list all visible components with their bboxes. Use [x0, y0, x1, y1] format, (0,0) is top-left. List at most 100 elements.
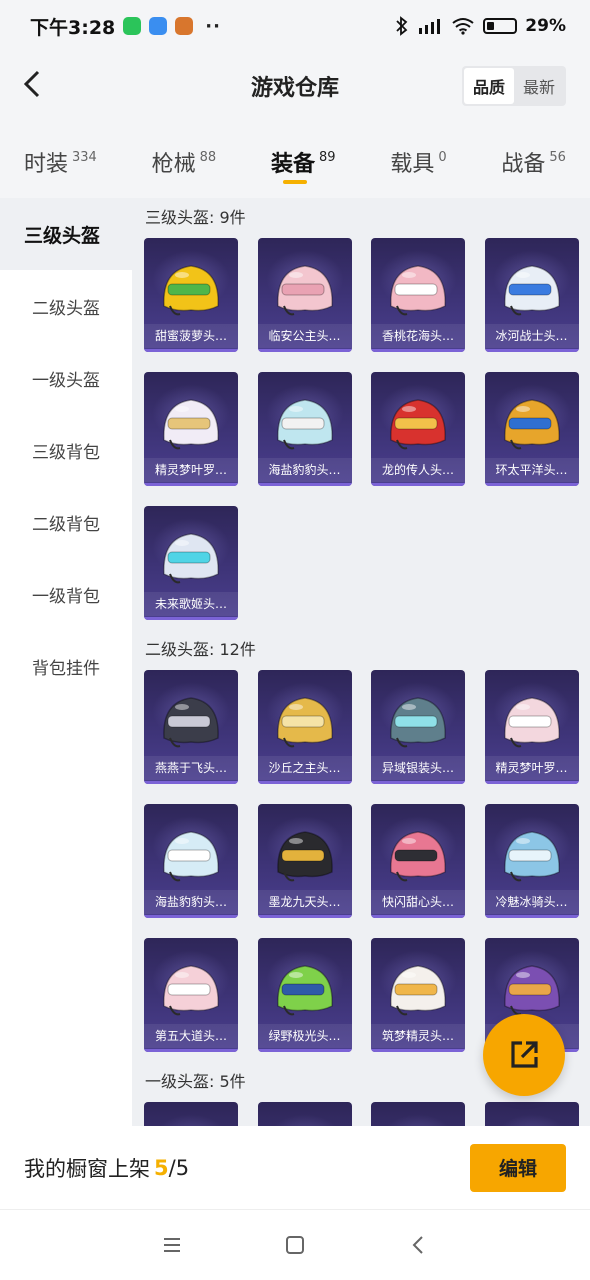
item-card[interactable]: 甜蜜菠萝头…	[144, 238, 238, 352]
item-card[interactable]	[257, 1102, 352, 1126]
item-card[interactable]: 筑梦精灵头…	[371, 938, 465, 1052]
helmet-image	[163, 533, 219, 584]
tab-vehicles[interactable]: 载具 0	[390, 130, 446, 198]
rarity-bar	[144, 781, 238, 784]
sidebar-item-level1-helmet[interactable]: 一级头盔	[0, 342, 132, 414]
battery-level: 29%	[525, 16, 566, 36]
rarity-bar	[144, 617, 238, 620]
rarity-bar	[144, 915, 238, 918]
rarity-bar	[371, 781, 465, 784]
item-card[interactable]: 快闪甜心头…	[371, 804, 465, 918]
sidebar-item-level2-backpack[interactable]: 二级背包	[0, 486, 132, 558]
item-name: 燕燕于飞头…	[144, 756, 238, 780]
sort-by-quality-button[interactable]: 品质	[463, 68, 514, 104]
tab-weapons[interactable]: 枪械 88	[152, 130, 217, 198]
item-list[interactable]: 三级头盔: 9件 甜蜜菠萝头… 临安公主头… 香桃花海头… 冰河战士头… 精灵梦叶罗… 海…	[132, 198, 590, 1126]
section-level2-helmet: 二级头盔: 12件 燕燕于飞头… 沙丘之主头… 异域银装头… 精灵梦叶罗… 海盐豹豹头……	[132, 630, 590, 1052]
game-notification-icon	[175, 17, 194, 35]
tab-label: 载具	[390, 152, 435, 177]
rarity-bar	[484, 781, 579, 784]
item-card[interactable]: 龙的传人头…	[371, 372, 465, 486]
rarity-bar	[371, 349, 465, 352]
item-name: 快闪甜心头…	[371, 890, 465, 914]
item-name: 甜蜜菠萝头…	[144, 324, 238, 348]
helmet-image	[163, 965, 219, 1016]
tab-label: 装备	[270, 152, 315, 177]
item-card[interactable]: 精灵梦叶罗…	[484, 670, 579, 784]
item-card[interactable]	[371, 1102, 465, 1126]
app-notification-icon	[149, 17, 168, 35]
item-card[interactable]: 临安公主头…	[257, 238, 352, 352]
item-card[interactable]: 异域银装头…	[371, 670, 465, 784]
menu-nav-button[interactable]	[152, 1225, 192, 1265]
item-card[interactable]: 冰河战士头…	[484, 238, 579, 352]
section-title: 三级头盔: 9件	[145, 208, 246, 227]
item-card[interactable]: 海盐豹豹头…	[144, 804, 238, 918]
helmet-image	[144, 1112, 238, 1126]
rarity-bar	[257, 915, 352, 918]
rarity-bar	[257, 781, 352, 784]
tab-count: 56	[549, 150, 566, 165]
rarity-bar	[144, 483, 238, 486]
sidebar-item-backpack-pendant[interactable]: 背包挂件	[0, 630, 132, 702]
item-card[interactable]: 香桃花海头…	[371, 238, 465, 352]
item-name: 冰河战士头…	[484, 324, 579, 348]
sort-by-newest-button[interactable]: 最新	[514, 68, 564, 104]
share-button[interactable]	[483, 1014, 565, 1096]
helmet-image	[390, 399, 446, 450]
back-button[interactable]	[12, 64, 52, 104]
item-card[interactable]: 燕燕于飞头…	[144, 670, 238, 784]
showcase-count: 5	[154, 1155, 169, 1180]
chevron-left-icon	[412, 1236, 424, 1254]
sidebar: 三级头盔 二级头盔 一级头盔 三级背包 二级背包 一级背包 背包挂件	[0, 198, 132, 1128]
item-card[interactable]: 墨龙九天头…	[257, 804, 352, 918]
section-level3-helmet: 三级头盔: 9件 甜蜜菠萝头… 临安公主头… 香桃花海头… 冰河战士头… 精灵梦叶罗… 海…	[132, 198, 590, 620]
rarity-bar	[371, 483, 465, 486]
rarity-bar	[257, 349, 352, 352]
item-card[interactable]: 绿野极光头…	[257, 938, 352, 1052]
item-card[interactable]: 未来歌姬头…	[144, 506, 238, 620]
edit-button[interactable]: 编辑	[470, 1143, 566, 1192]
item-card[interactable]	[484, 1102, 579, 1126]
tab-count: 89	[318, 150, 336, 165]
home-nav-button[interactable]	[275, 1225, 315, 1265]
item-card[interactable]	[144, 1102, 238, 1126]
item-card[interactable]: 冷魅冰骑头…	[484, 804, 579, 918]
helmet-image	[503, 831, 560, 882]
rarity-bar	[371, 915, 465, 918]
item-card[interactable]: 精灵梦叶罗…	[144, 372, 238, 486]
tab-label: 战备	[501, 152, 546, 177]
tab-equipment[interactable]: 装备 89	[271, 130, 336, 198]
sidebar-item-level1-backpack[interactable]: 一级背包	[0, 558, 132, 630]
showcase-bar: 我的橱窗上架 5 /5 编辑	[0, 1126, 590, 1210]
rarity-bar	[484, 915, 579, 918]
sidebar-item-level3-backpack[interactable]: 三级背包	[0, 414, 132, 486]
item-card[interactable]: 海盐豹豹头…	[257, 372, 352, 486]
item-name: 香桃花海头…	[371, 324, 465, 348]
item-card[interactable]: 第五大道头…	[144, 938, 238, 1052]
helmet-image	[276, 399, 333, 450]
rarity-bar	[144, 349, 238, 352]
item-name: 第五大道头…	[144, 1024, 238, 1048]
tab-gear[interactable]: 战备 56	[501, 130, 566, 198]
helmet-image	[163, 399, 219, 450]
item-name: 墨龙九天头…	[257, 890, 352, 914]
helmet-image	[390, 965, 446, 1016]
tab-count: 0	[438, 150, 447, 165]
item-name: 未来歌姬头…	[144, 592, 238, 616]
item-name: 冷魅冰骑头…	[484, 890, 579, 914]
back-arrow-icon	[23, 70, 40, 98]
back-nav-button[interactable]	[398, 1225, 438, 1265]
helmet-image	[371, 1112, 465, 1126]
sidebar-item-level2-helmet[interactable]: 二级头盔	[0, 270, 132, 342]
sort-toggle: 品质 最新	[461, 66, 566, 106]
sidebar-item-level3-helmet[interactable]: 三级头盔	[0, 198, 132, 270]
item-card[interactable]: 沙丘之主头…	[257, 670, 352, 784]
rarity-bar	[484, 483, 579, 486]
item-name: 异域银装头…	[371, 756, 465, 780]
helmet-image	[163, 697, 219, 748]
tab-fashion[interactable]: 时装 334	[24, 130, 97, 198]
signal-icon	[419, 19, 441, 34]
tab-label: 时装	[24, 152, 69, 177]
item-card[interactable]: 环太平洋头…	[484, 372, 579, 486]
